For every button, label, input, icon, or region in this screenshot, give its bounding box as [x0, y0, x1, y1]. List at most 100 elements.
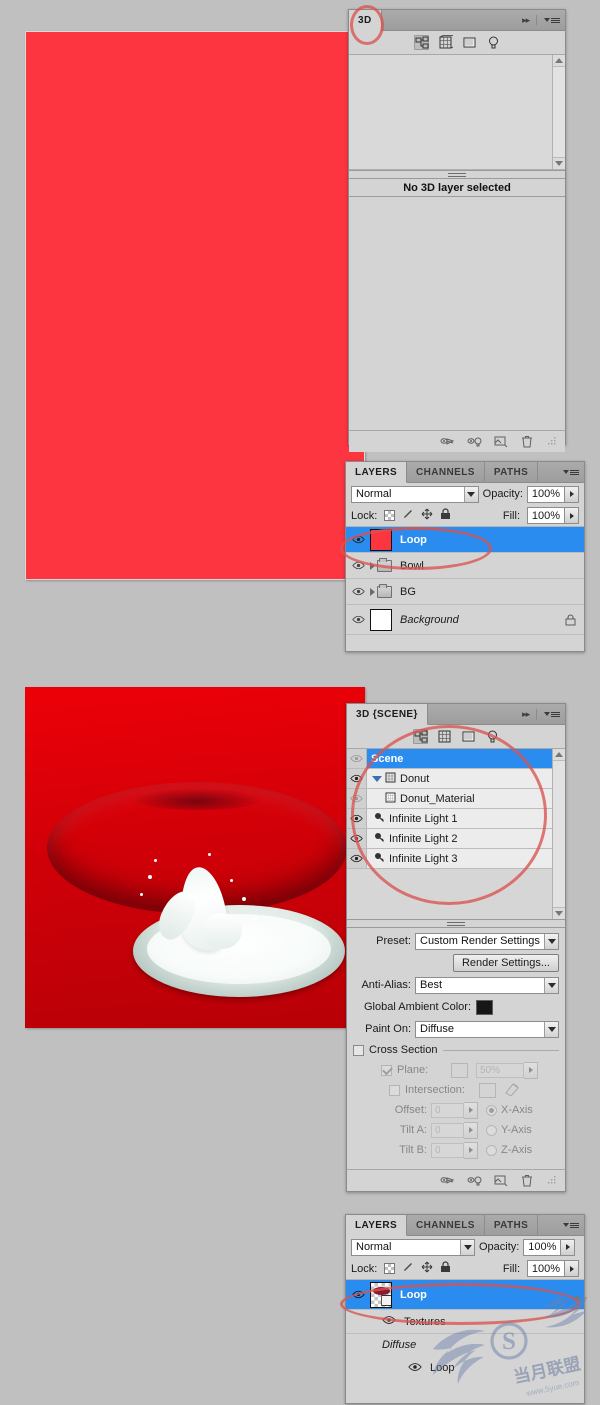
plane-checkbox[interactable] — [381, 1064, 392, 1076]
scroll-down-icon[interactable] — [553, 907, 565, 919]
lock-position-icon[interactable] — [421, 1261, 433, 1276]
opacity-value[interactable]: 100% — [527, 485, 565, 503]
layer-row-loop-texture[interactable]: Loop — [346, 1356, 584, 1380]
tab-layers[interactable]: LAYERS — [346, 462, 408, 483]
meshes-filter-icon[interactable] — [437, 729, 452, 744]
panel-menu-icon[interactable] — [563, 1222, 579, 1228]
layer-row-bowl[interactable]: Bowl — [346, 553, 584, 579]
offset-value[interactable]: 0 — [431, 1102, 464, 1118]
tab-paths[interactable]: PATHS — [484, 462, 539, 482]
lock-transparent-pixels-icon[interactable] — [384, 510, 396, 521]
new-layer-icon[interactable] — [494, 1174, 508, 1187]
tab-3d-scene[interactable]: 3D {SCENE} — [347, 704, 428, 725]
opacity-field[interactable]: 100% — [523, 1238, 576, 1256]
flip-section-icon[interactable] — [504, 1082, 520, 1099]
plane-color-swatch[interactable] — [451, 1062, 468, 1078]
layer-row-textures[interactable]: Textures — [346, 1310, 584, 1334]
layer-visibility-toggle[interactable] — [346, 561, 370, 570]
tab-paths[interactable]: PATHS — [484, 1215, 539, 1235]
lock-image-pixels-icon[interactable] — [402, 1261, 414, 1276]
tree-scrollbar[interactable] — [552, 55, 565, 169]
tilt-b-value[interactable]: 0 — [431, 1142, 464, 1158]
visibility-toggle[interactable] — [347, 849, 367, 868]
blend-mode-select[interactable]: Normal — [351, 1238, 475, 1256]
chevron-down-icon[interactable] — [544, 1021, 558, 1037]
scroll-up-icon[interactable] — [573, 1283, 581, 1300]
layer-thumbnail[interactable] — [370, 608, 392, 631]
lock-all-icon[interactable] — [440, 1261, 451, 1276]
layer-visibility-toggle[interactable] — [346, 535, 370, 544]
materials-filter-icon[interactable] — [461, 729, 476, 744]
layer-visibility-toggle[interactable] — [382, 1315, 396, 1328]
visibility-toggle[interactable] — [347, 749, 367, 768]
antialias-select[interactable]: Best — [415, 976, 559, 994]
delete-icon[interactable] — [521, 435, 535, 448]
tab-layers[interactable]: LAYERS — [346, 1215, 408, 1236]
layer-row-bg[interactable]: BG — [346, 579, 584, 605]
layer-visibility-toggle[interactable] — [346, 615, 370, 624]
visibility-toggle[interactable] — [347, 789, 367, 808]
render-settings-button[interactable]: Render Settings... — [452, 954, 559, 972]
toggle-ground-plane-icon[interactable] — [440, 1174, 455, 1187]
scene-tree-scrollbar[interactable] — [552, 749, 565, 919]
collapse-icon[interactable]: ▸▸ — [522, 709, 530, 720]
visibility-toggle[interactable] — [347, 829, 367, 848]
plane-opacity-value[interactable]: 50% — [476, 1062, 524, 1078]
layer-row-background[interactable]: Background — [346, 605, 584, 635]
intersection-color-swatch[interactable] — [479, 1082, 496, 1098]
tree-item-donut-material[interactable]: Donut_Material — [347, 789, 552, 809]
document-canvas-flat-red[interactable] — [25, 31, 365, 580]
visibility-toggle[interactable] — [347, 809, 367, 828]
tab-3d[interactable]: 3D — [349, 10, 382, 31]
tab-channels[interactable]: CHANNELS — [407, 462, 485, 482]
preset-select[interactable]: Custom Render Settings — [415, 932, 559, 950]
meshes-filter-icon[interactable] — [438, 35, 453, 50]
chevron-down-icon[interactable] — [460, 1239, 474, 1255]
tree-item-infinite-light-1[interactable]: Infinite Light 1 — [347, 809, 552, 829]
layer-visibility-toggle[interactable] — [346, 587, 370, 596]
fill-field[interactable]: 100% — [527, 507, 579, 524]
toggle-lights-icon[interactable] — [467, 435, 482, 448]
lights-filter-icon[interactable] — [485, 729, 500, 744]
layer-visibility-toggle[interactable] — [346, 1290, 370, 1299]
lock-image-pixels-icon[interactable] — [402, 508, 414, 523]
paint-on-select[interactable]: Diffuse — [415, 1020, 559, 1038]
tab-channels[interactable]: CHANNELS — [407, 1215, 485, 1235]
group-expand-icon[interactable] — [370, 587, 375, 596]
chevron-down-icon[interactable] — [544, 933, 558, 949]
layer-visibility-toggle[interactable] — [408, 1362, 422, 1375]
plane-opacity-stepper[interactable] — [524, 1061, 538, 1079]
offset-stepper[interactable] — [464, 1101, 478, 1119]
scroll-up-icon[interactable] — [553, 749, 565, 761]
y-axis-radio[interactable] — [486, 1124, 497, 1136]
chevron-down-icon[interactable] — [544, 977, 558, 993]
tree-item-infinite-light-3[interactable]: Infinite Light 3 — [347, 849, 552, 869]
lights-filter-icon[interactable] — [486, 35, 501, 50]
materials-filter-icon[interactable] — [462, 35, 477, 50]
tilt-a-value[interactable]: 0 — [431, 1122, 464, 1138]
group-expand-icon[interactable] — [370, 561, 375, 570]
scene-filter-icon[interactable] — [412, 729, 428, 744]
layer-row-loop-3d[interactable]: Loop — [346, 1280, 584, 1310]
opacity-stepper[interactable] — [565, 485, 579, 503]
fill-field[interactable]: 100% — [527, 1260, 579, 1277]
lock-transparent-pixels-icon[interactable] — [384, 1263, 396, 1274]
fill-stepper[interactable] — [565, 507, 579, 524]
lock-all-icon[interactable] — [440, 508, 451, 523]
toggle-lights-icon[interactable] — [467, 1174, 482, 1187]
panel-menu-icon[interactable] — [544, 711, 560, 717]
new-layer-icon[interactable] — [494, 435, 508, 448]
document-canvas-donut-splash[interactable] — [25, 687, 365, 1028]
panel-splitter-grip[interactable] — [349, 170, 565, 179]
fill-stepper[interactable] — [565, 1260, 579, 1277]
global-ambient-color-swatch[interactable] — [476, 999, 493, 1015]
cross-section-checkbox[interactable] — [353, 1044, 364, 1056]
chevron-down-icon[interactable] — [463, 486, 478, 502]
tree-item-infinite-light-2[interactable]: Infinite Light 2 — [347, 829, 552, 849]
layer-thumbnail-3d[interactable] — [370, 1281, 392, 1308]
panel-menu-icon[interactable] — [563, 469, 579, 475]
lock-position-icon[interactable] — [421, 508, 433, 523]
opacity-stepper[interactable] — [561, 1238, 576, 1256]
scroll-up-icon[interactable] — [553, 55, 565, 67]
scene-filter-icon[interactable] — [413, 35, 429, 50]
